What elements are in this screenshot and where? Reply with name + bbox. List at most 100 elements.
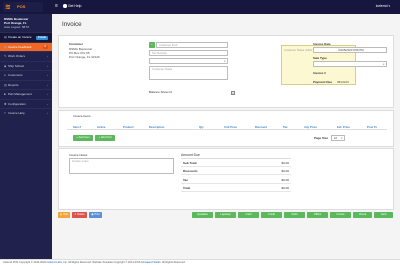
invoice-notes-textarea[interactable]: Invoice notes	[69, 158, 174, 174]
void-label: Void	[62, 213, 69, 216]
add-part-button[interactable]: + Add Part	[95, 135, 115, 141]
tax-value: $0.00	[281, 177, 289, 182]
auto-logout: Auto Logout: 58:57	[4, 25, 30, 29]
footer-prefix: Icelemd POS Copyright © 2016-2023	[3, 261, 47, 264]
card-button[interactable]: Card	[374, 212, 393, 218]
debit-button[interactable]: Debit	[284, 212, 305, 218]
button-label: Quotation	[196, 213, 209, 216]
column-header[interactable]: Product	[123, 125, 134, 129]
calendar-icon[interactable]: ▾	[231, 91, 235, 95]
column-header[interactable]: Qty	[199, 125, 204, 129]
sidebar-item-configuration[interactable]: ✱Configuration ‹	[0, 98, 52, 109]
sidebar-item-label: Part Management	[8, 92, 32, 96]
tax-label: Tax	[183, 177, 188, 182]
sidebar-item-invoice-feedback[interactable]: ▤Invoice Feedback 0	[0, 41, 52, 51]
invoice-items-panel: Invoice Items Item # Active Product Desc…	[58, 110, 394, 147]
sidebar-menu: ▤Create an Invoice Create ▤Invoice Feedb…	[0, 32, 52, 118]
customer-search-input[interactable]: Customer Find	[156, 42, 228, 48]
get-help-link[interactable]: Get Help	[63, 4, 81, 9]
sidebar-item-customers[interactable]: ● Customers ‹	[0, 70, 52, 80]
status-badge: Create	[35, 35, 48, 40]
question-icon: ?	[4, 111, 6, 115]
sidebar-item-label: Invoice Help	[8, 111, 25, 115]
chevron-down-icon: ▾	[341, 137, 343, 140]
offline-button[interactable]: Offline	[307, 212, 328, 218]
payment-due-label: Payment Due	[313, 80, 333, 84]
menu-toggle-icon[interactable]: ≡	[55, 4, 58, 9]
sidebar-item-part-management[interactable]: ■ Part Management ‹	[0, 89, 52, 99]
button-label: Card	[380, 213, 387, 216]
button-label: Check	[358, 213, 367, 216]
sidebar-item-label: Ship School	[8, 63, 25, 68]
sidebar-item-ship-school[interactable]: ◆ Ship School ‹	[0, 60, 52, 71]
sidebar-item-reports[interactable]: ▥Reports ‹	[0, 79, 52, 90]
sidebar-item-invoice-help[interactable]: ? Invoice Help ‹	[0, 108, 52, 118]
invoice-notes-label: Invoice Notes:	[69, 153, 89, 157]
invoice-header-panel: Customer DSMG Boulevcar PO Box 0Xx 55 Po…	[58, 35, 394, 108]
customer-line: Port Orange, FL 32129	[69, 55, 100, 60]
tax-row: Tax $0.00	[181, 176, 291, 184]
credit-button[interactable]: Credit	[261, 212, 282, 218]
subtotal-label: Sub Total	[183, 160, 197, 165]
customer-label: Customer	[69, 42, 84, 46]
payment-due-value: 05/24/23	[337, 79, 349, 84]
customer-dropdown[interactable]: ▾	[149, 58, 228, 64]
invoice-items-label: Invoice Items	[73, 114, 91, 118]
layaway-button[interactable]: Layaway	[215, 212, 236, 218]
balance-label: Balance Sheet Id	[149, 90, 172, 94]
print-label: Print	[94, 213, 100, 216]
user-plus-icon: +	[151, 42, 153, 46]
sale-type-select[interactable]: ▾	[313, 61, 387, 67]
column-header[interactable]: Description	[149, 125, 164, 129]
footer-mid: All Rights Reserved. Website Template Co…	[67, 261, 141, 264]
discounts-value: $0.00	[281, 169, 289, 173]
tax-number-input[interactable]: Tax Number	[149, 50, 228, 56]
cash-button[interactable]: Cash	[238, 212, 259, 218]
check-button[interactable]: Check	[353, 212, 372, 218]
column-header[interactable]: Unit Price	[224, 125, 237, 129]
column-header[interactable]: Post To	[367, 125, 377, 129]
user-menu[interactable]: icelemd▾	[376, 4, 390, 9]
sidebar-item-label: Invoice Feedback	[8, 44, 32, 49]
total-value: $0.00	[281, 186, 289, 190]
studio-link[interactable]: Almsaeed Studio.	[141, 261, 161, 264]
invoice-date-input[interactable]: 04/25/2023 8:56 PM	[313, 47, 387, 53]
invoice-totals-panel: Invoice Notes: Invoice notes Amount Due …	[58, 148, 394, 210]
invoice-number-label: Invoice #	[313, 71, 326, 75]
quotation-button[interactable]: Quotation	[192, 212, 213, 218]
void-button[interactable]: ◍ Void	[58, 212, 70, 218]
page-size-value: 10	[334, 136, 338, 140]
add-item-button[interactable]: + Add Item	[73, 135, 93, 141]
button-label: Layaway	[220, 213, 231, 216]
column-header[interactable]: Active	[97, 125, 105, 129]
subtotal-value: $0.00	[281, 160, 289, 165]
print-button[interactable]: ▣ Print	[89, 212, 102, 218]
column-header[interactable]: Item #	[73, 125, 81, 129]
amount-due-label: Amount Due	[181, 153, 200, 157]
total-label: Total	[183, 186, 190, 190]
total-row: Total $0.00	[181, 184, 291, 192]
sidebar-item-create-invoice[interactable]: ▤Create an Invoice Create	[0, 32, 52, 42]
column-header[interactable]: Discount	[255, 125, 267, 129]
customer-address: DSMG Boulevcar PO Box 0Xx 55 Port Orange…	[69, 47, 100, 60]
sidebar-item-work-orders[interactable]: ✎Work Orders ‹	[0, 51, 52, 61]
invoice-button[interactable]: Invoice	[330, 212, 351, 218]
customer-notes-field[interactable]: Customer Notes	[149, 66, 228, 80]
chevron-down-icon: ▾	[388, 4, 390, 8]
column-header[interactable]: Adj. Price	[304, 125, 317, 129]
button-label: Offline	[313, 213, 322, 216]
delete-label: Delete	[77, 213, 85, 216]
subtotal-row: Sub Total $0.00	[181, 159, 291, 167]
help-icon	[63, 4, 67, 8]
company-link[interactable]: icelemd Labs, Inc.	[47, 261, 68, 264]
footer-suffix: All Rights Reserved.	[161, 261, 186, 264]
button-label: Credit	[268, 213, 275, 216]
column-header[interactable]: Tax	[283, 125, 288, 129]
delete-button[interactable]: ✕ Delete	[72, 212, 87, 218]
top-navbar: ≋ POS ≡ Get Help icelemd▾	[0, 0, 400, 14]
main-content: Invoice Customer DSMG Boulevcar PO Box 0…	[52, 14, 400, 259]
add-customer-button[interactable]: +	[149, 42, 155, 48]
column-header[interactable]: Ext. Price	[337, 125, 350, 129]
brand-logo[interactable]: ≋ POS	[3, 2, 43, 12]
page-size-select[interactable]: 10 ▾	[331, 135, 345, 141]
